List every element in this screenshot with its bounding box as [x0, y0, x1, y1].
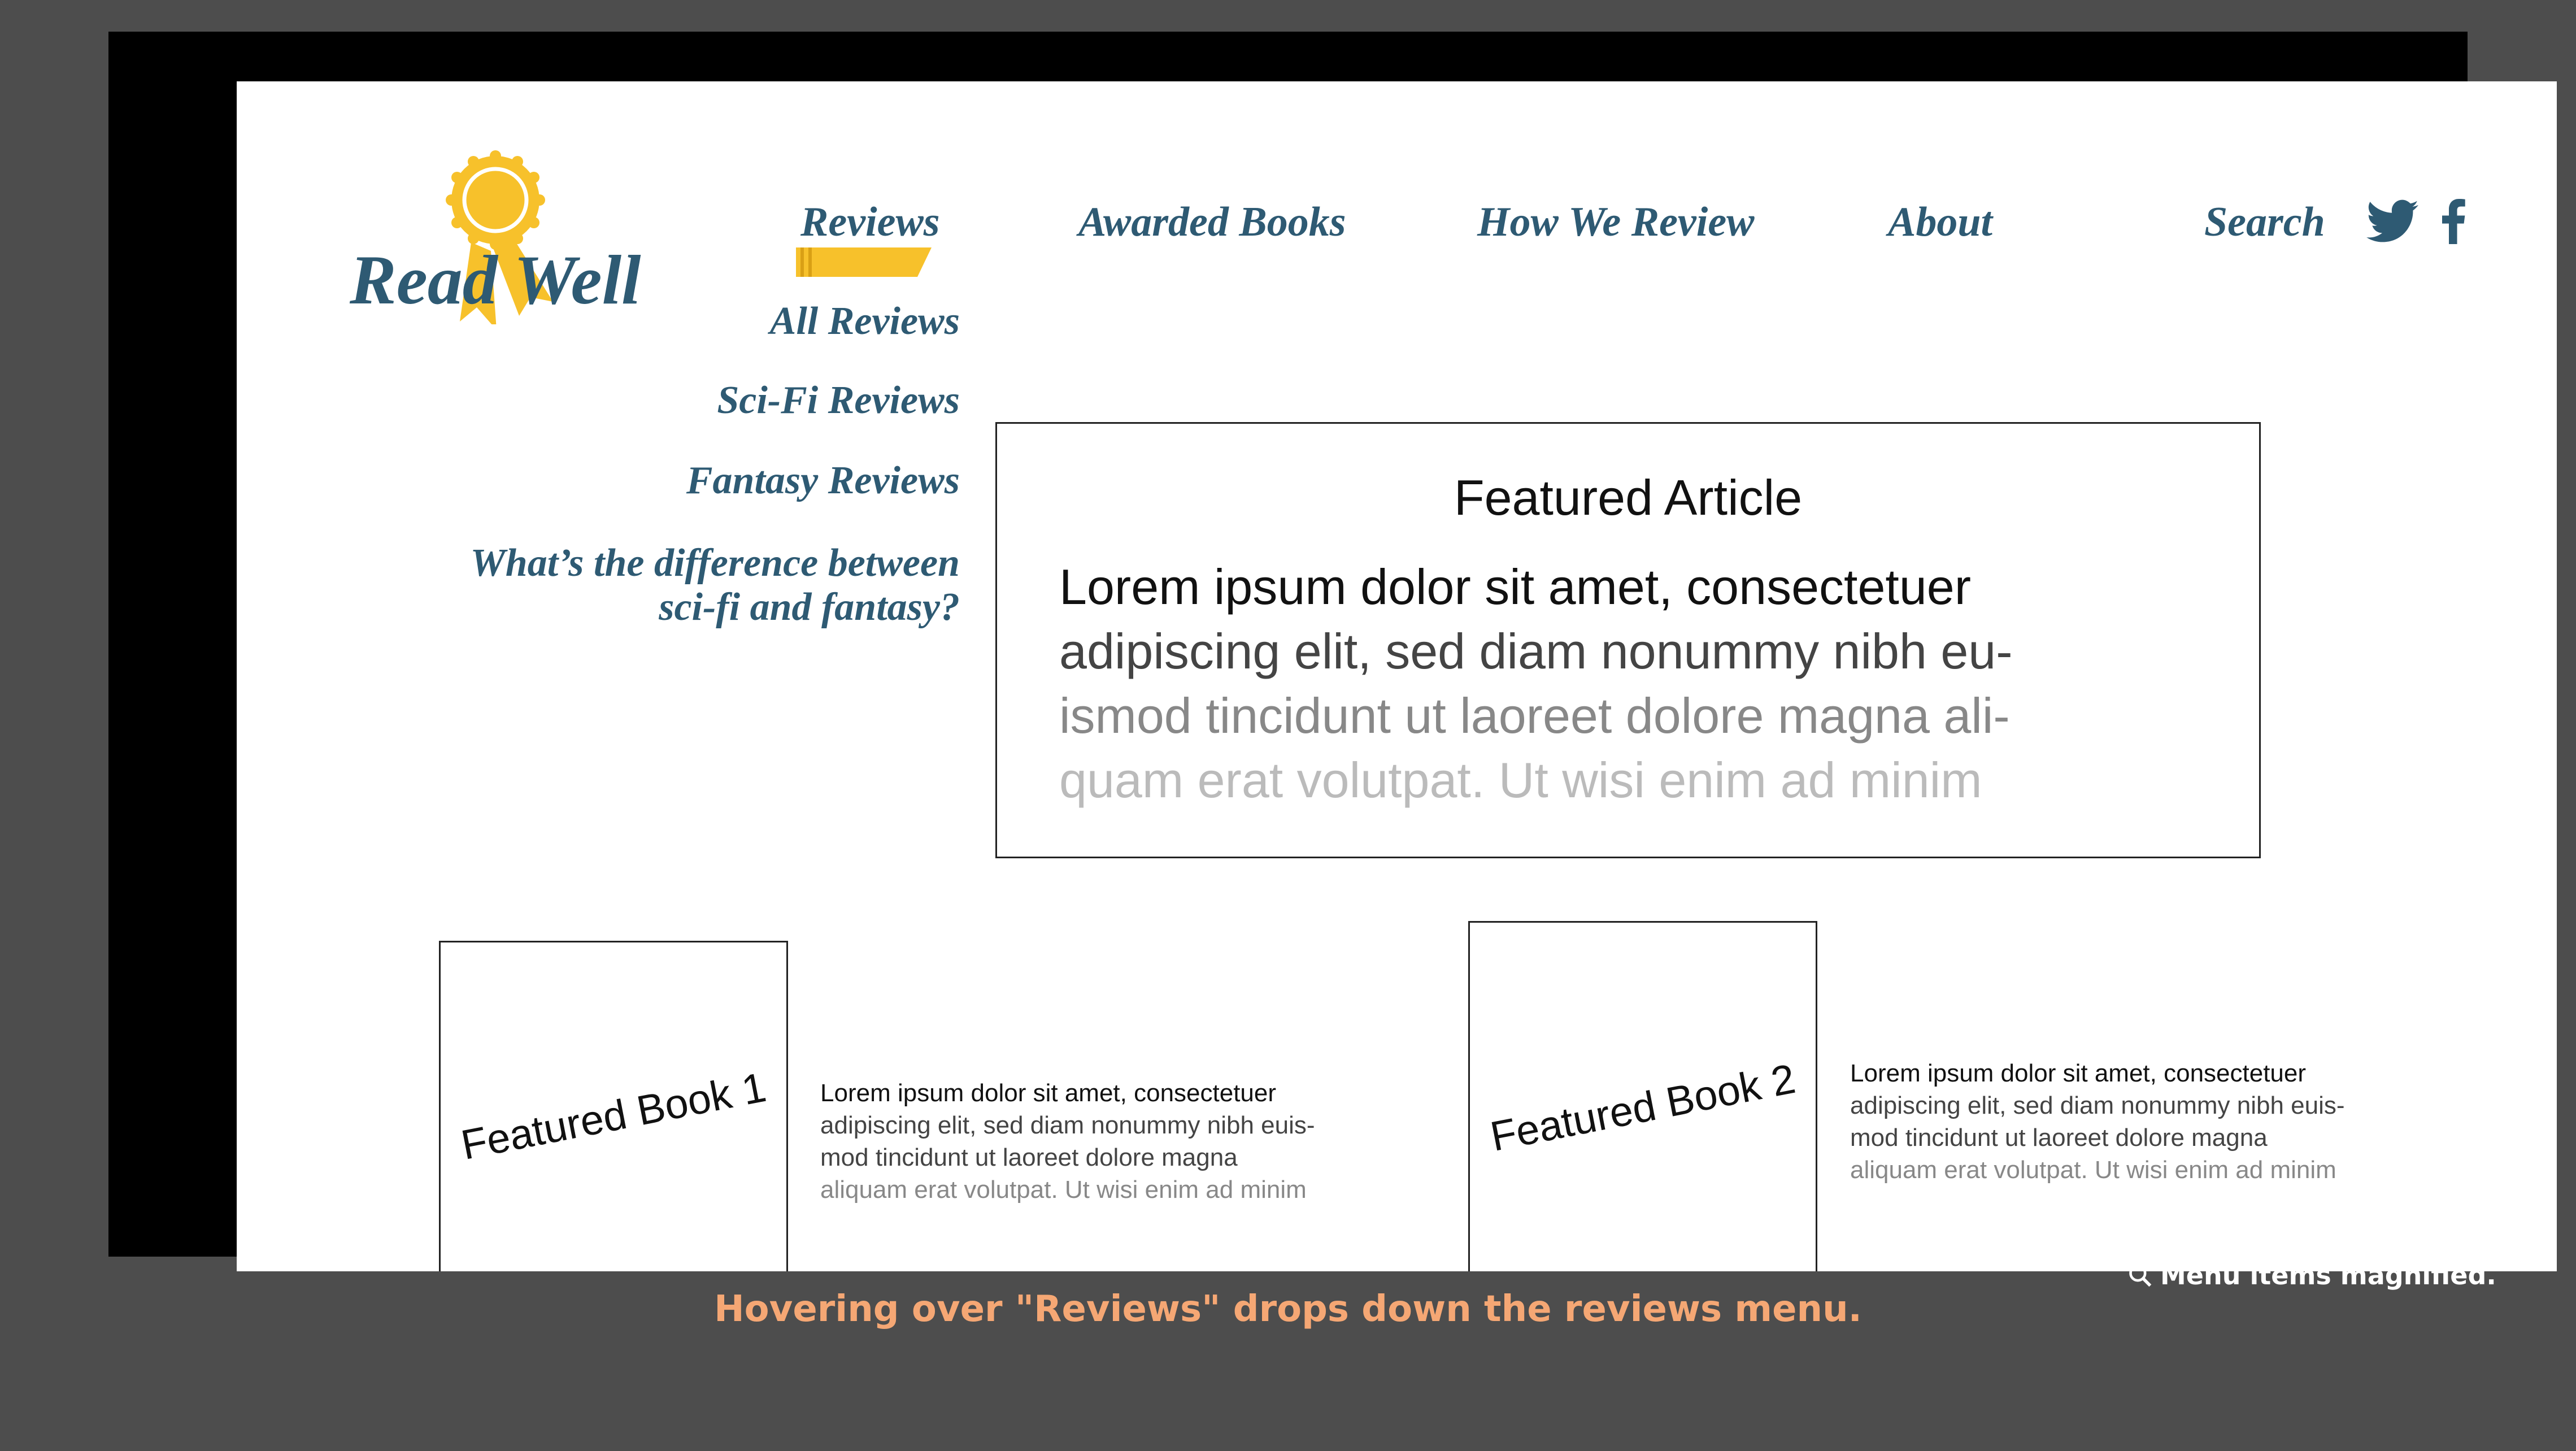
desc-line: aliquam erat volutpat. Ut wisi enim ad m… [1850, 1156, 2336, 1184]
desc-line: mod tincidunt ut laoreet dolore magna [820, 1144, 1238, 1171]
facebook-icon[interactable] [2440, 199, 2467, 244]
excerpt-line: Lorem ipsum dolor sit amet, consectetuer [1059, 559, 1972, 615]
magnify-note: Menu items magnified. [2127, 1260, 2496, 1291]
book-cover-label: Featured Book 1 [457, 1063, 770, 1168]
featured-article-excerpt: Lorem ipsum dolor sit amet, consectetuer… [1059, 555, 2133, 813]
featured-book-1-description: Lorem ipsum dolor sit amet, consectetuer… [820, 1077, 1385, 1206]
dropdown-item-line: What’s the difference between [470, 541, 960, 585]
excerpt-line: adipiscing elit, sed diam nonummy nibh e… [1059, 623, 2013, 679]
desc-line: Lorem ipsum dolor sit amet, consectetuer [820, 1079, 1277, 1107]
nav-how-we-review[interactable]: How We Review [1477, 201, 1755, 243]
desc-line: adipiscing elit, sed diam nonummy nibh e… [820, 1111, 1315, 1139]
featured-book-2-cover[interactable]: Featured Book 2 [1468, 921, 1817, 1271]
nav-search[interactable]: Search [2204, 201, 2325, 243]
active-nav-indicator [796, 247, 932, 277]
dropdown-item-scifi-vs-fantasy[interactable]: What’s the difference between sci-fi and… [338, 541, 960, 630]
dropdown-item-line: sci-fi and fantasy? [659, 585, 960, 629]
book-cover-label: Featured Book 2 [1486, 1055, 1799, 1160]
desc-line: aliquam erat volutpat. Ut wisi enim ad m… [820, 1176, 1307, 1204]
reviews-dropdown-menu: All Reviews Sci-Fi Reviews Fantasy Revie… [338, 302, 960, 671]
desc-line: Lorem ipsum dolor sit amet, consectetuer [1850, 1059, 2307, 1087]
magnifier-icon [2129, 1265, 2152, 1287]
featured-book-1-cover[interactable]: Featured Book 1 [439, 941, 788, 1271]
twitter-icon[interactable] [2366, 199, 2418, 244]
magnify-note-text: Menu items magnified. [2160, 1260, 2496, 1291]
caption: Hovering over "Reviews" drops down the r… [714, 1288, 1862, 1330]
dropdown-item-fantasy-reviews[interactable]: Fantasy Reviews [338, 461, 960, 501]
featured-book-2-description: Lorem ipsum dolor sit amet, consectetuer… [1850, 1057, 2415, 1186]
excerpt-line: quam erat volutpat. Ut wisi enim ad mini… [1059, 752, 1982, 808]
device-frame: Read Well Reviews Awarded Books How We R… [108, 32, 2557, 1271]
web-page: Read Well Reviews Awarded Books How We R… [237, 81, 2557, 1271]
nav-awarded-books[interactable]: Awarded Books [1078, 201, 1346, 243]
nav-about[interactable]: About [1888, 201, 1992, 243]
nav-reviews[interactable]: Reviews [800, 201, 940, 243]
desc-line: mod tincidunt ut laoreet dolore magna [1850, 1124, 2268, 1152]
excerpt-line: ismod tincidunt ut laoreet dolore magna … [1059, 688, 2010, 744]
dropdown-item-all-reviews[interactable]: All Reviews [338, 302, 960, 341]
desc-line: adipiscing elit, sed diam nonummy nibh e… [1850, 1092, 2345, 1119]
logo[interactable]: Read Well [350, 144, 643, 324]
dropdown-item-sci-fi-reviews[interactable]: Sci-Fi Reviews [338, 381, 960, 420]
featured-article-card[interactable]: Featured Article Lorem ipsum dolor sit a… [995, 422, 2261, 858]
featured-article-title: Featured Article [1454, 470, 1803, 525]
